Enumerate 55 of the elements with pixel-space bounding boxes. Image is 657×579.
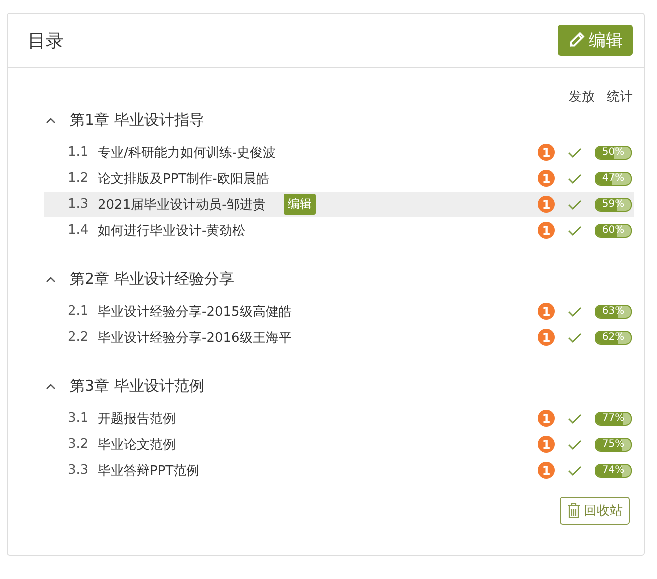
lesson-number: 3.1 <box>68 411 90 426</box>
lesson-number: 1.4 <box>68 223 90 238</box>
lesson-row[interactable]: 2.2 毕业设计经验分享-2016级王海平 1 62% <box>44 325 634 350</box>
trash-icon <box>567 503 581 519</box>
count-badge: 1 <box>538 436 555 453</box>
lesson-row[interactable]: 1.1 专业/科研能力如何训练-史俊波 1 50% <box>44 140 634 165</box>
lesson-number: 3.3 <box>68 463 90 478</box>
count-badge: 1 <box>538 144 555 161</box>
count-badge: 1 <box>538 170 555 187</box>
caret-icon[interactable] <box>46 276 56 282</box>
lesson-row[interactable]: 2.1 毕业设计经验分享-2015级高健皓 1 63% <box>44 299 634 324</box>
column-header: 统计 <box>607 89 633 106</box>
lesson-number: 2.1 <box>68 304 90 319</box>
progress-reading: 77% <box>601 412 626 424</box>
progress-reading: 63% <box>601 306 626 318</box>
progress-reading: 62% <box>601 332 626 344</box>
column-header: 发放 <box>569 89 595 106</box>
count-badge: 1 <box>538 222 555 239</box>
lesson-title[interactable]: 如何进行毕业设计-黄劲松 <box>98 222 246 240</box>
lesson-title[interactable]: 2021届毕业设计动员-邹进贵 <box>98 196 266 214</box>
count-badge: 1 <box>538 462 555 479</box>
chapter-title[interactable]: 第1章 毕业设计指导 <box>70 110 204 130</box>
progress-reading: 60% <box>601 224 626 236</box>
count-badge: 1 <box>538 196 555 213</box>
lesson-row[interactable]: 1.4 如何进行毕业设计-黄劲松 1 60% <box>44 218 634 243</box>
pencil-icon <box>568 32 585 49</box>
lesson-row[interactable]: 3.2 毕业论文范例 1 75% <box>44 432 634 457</box>
lesson-row[interactable]: 1.3 2021届毕业设计动员-邹进贵 编辑 1 59% <box>44 192 634 217</box>
lesson-title[interactable]: 毕业设计经验分享-2015级高健皓 <box>98 302 292 320</box>
lesson-number: 1.3 <box>68 197 90 212</box>
caret-icon[interactable] <box>46 382 56 390</box>
recycle-bin-button[interactable]: 回收站 <box>560 497 630 525</box>
caret-icon[interactable] <box>46 116 56 124</box>
progress-reading: 50% <box>601 146 626 158</box>
lesson-title[interactable]: 毕业设计经验分享-2016级王海平 <box>98 328 292 346</box>
lesson-title[interactable]: 毕业答辩PPT范例 <box>98 462 200 480</box>
progress-reading: 59% <box>601 198 626 210</box>
chapter-title[interactable]: 第3章 毕业设计范例 <box>70 376 204 396</box>
chapter-title[interactable]: 第2章 毕业设计经验分享 <box>70 270 234 288</box>
count-badge: 1 <box>538 303 555 320</box>
lesson-title[interactable]: 开题报告范例 <box>98 410 176 428</box>
lesson-number: 2.2 <box>68 330 90 345</box>
lesson-row[interactable]: 3.1 开题报告范例 1 77% <box>44 406 634 431</box>
lesson-title[interactable]: 论文排版及PPT制作-欧阳晨皓 <box>98 170 270 188</box>
lesson-title[interactable]: 毕业论文范例 <box>98 436 176 454</box>
count-badge: 1 <box>538 410 555 427</box>
progress-reading: 75% <box>601 438 626 450</box>
lesson-number: 1.2 <box>68 171 90 186</box>
progress-reading: 74% <box>601 464 626 476</box>
panel-title: 目录 <box>28 30 64 52</box>
lesson-row[interactable]: 3.3 毕业答辩PPT范例 1 74% <box>44 458 634 483</box>
lesson-number: 3.2 <box>68 437 90 452</box>
count-badge: 1 <box>538 329 555 346</box>
lesson-title[interactable]: 专业/科研能力如何训练-史俊波 <box>98 144 276 162</box>
lesson-number: 1.1 <box>68 145 90 160</box>
